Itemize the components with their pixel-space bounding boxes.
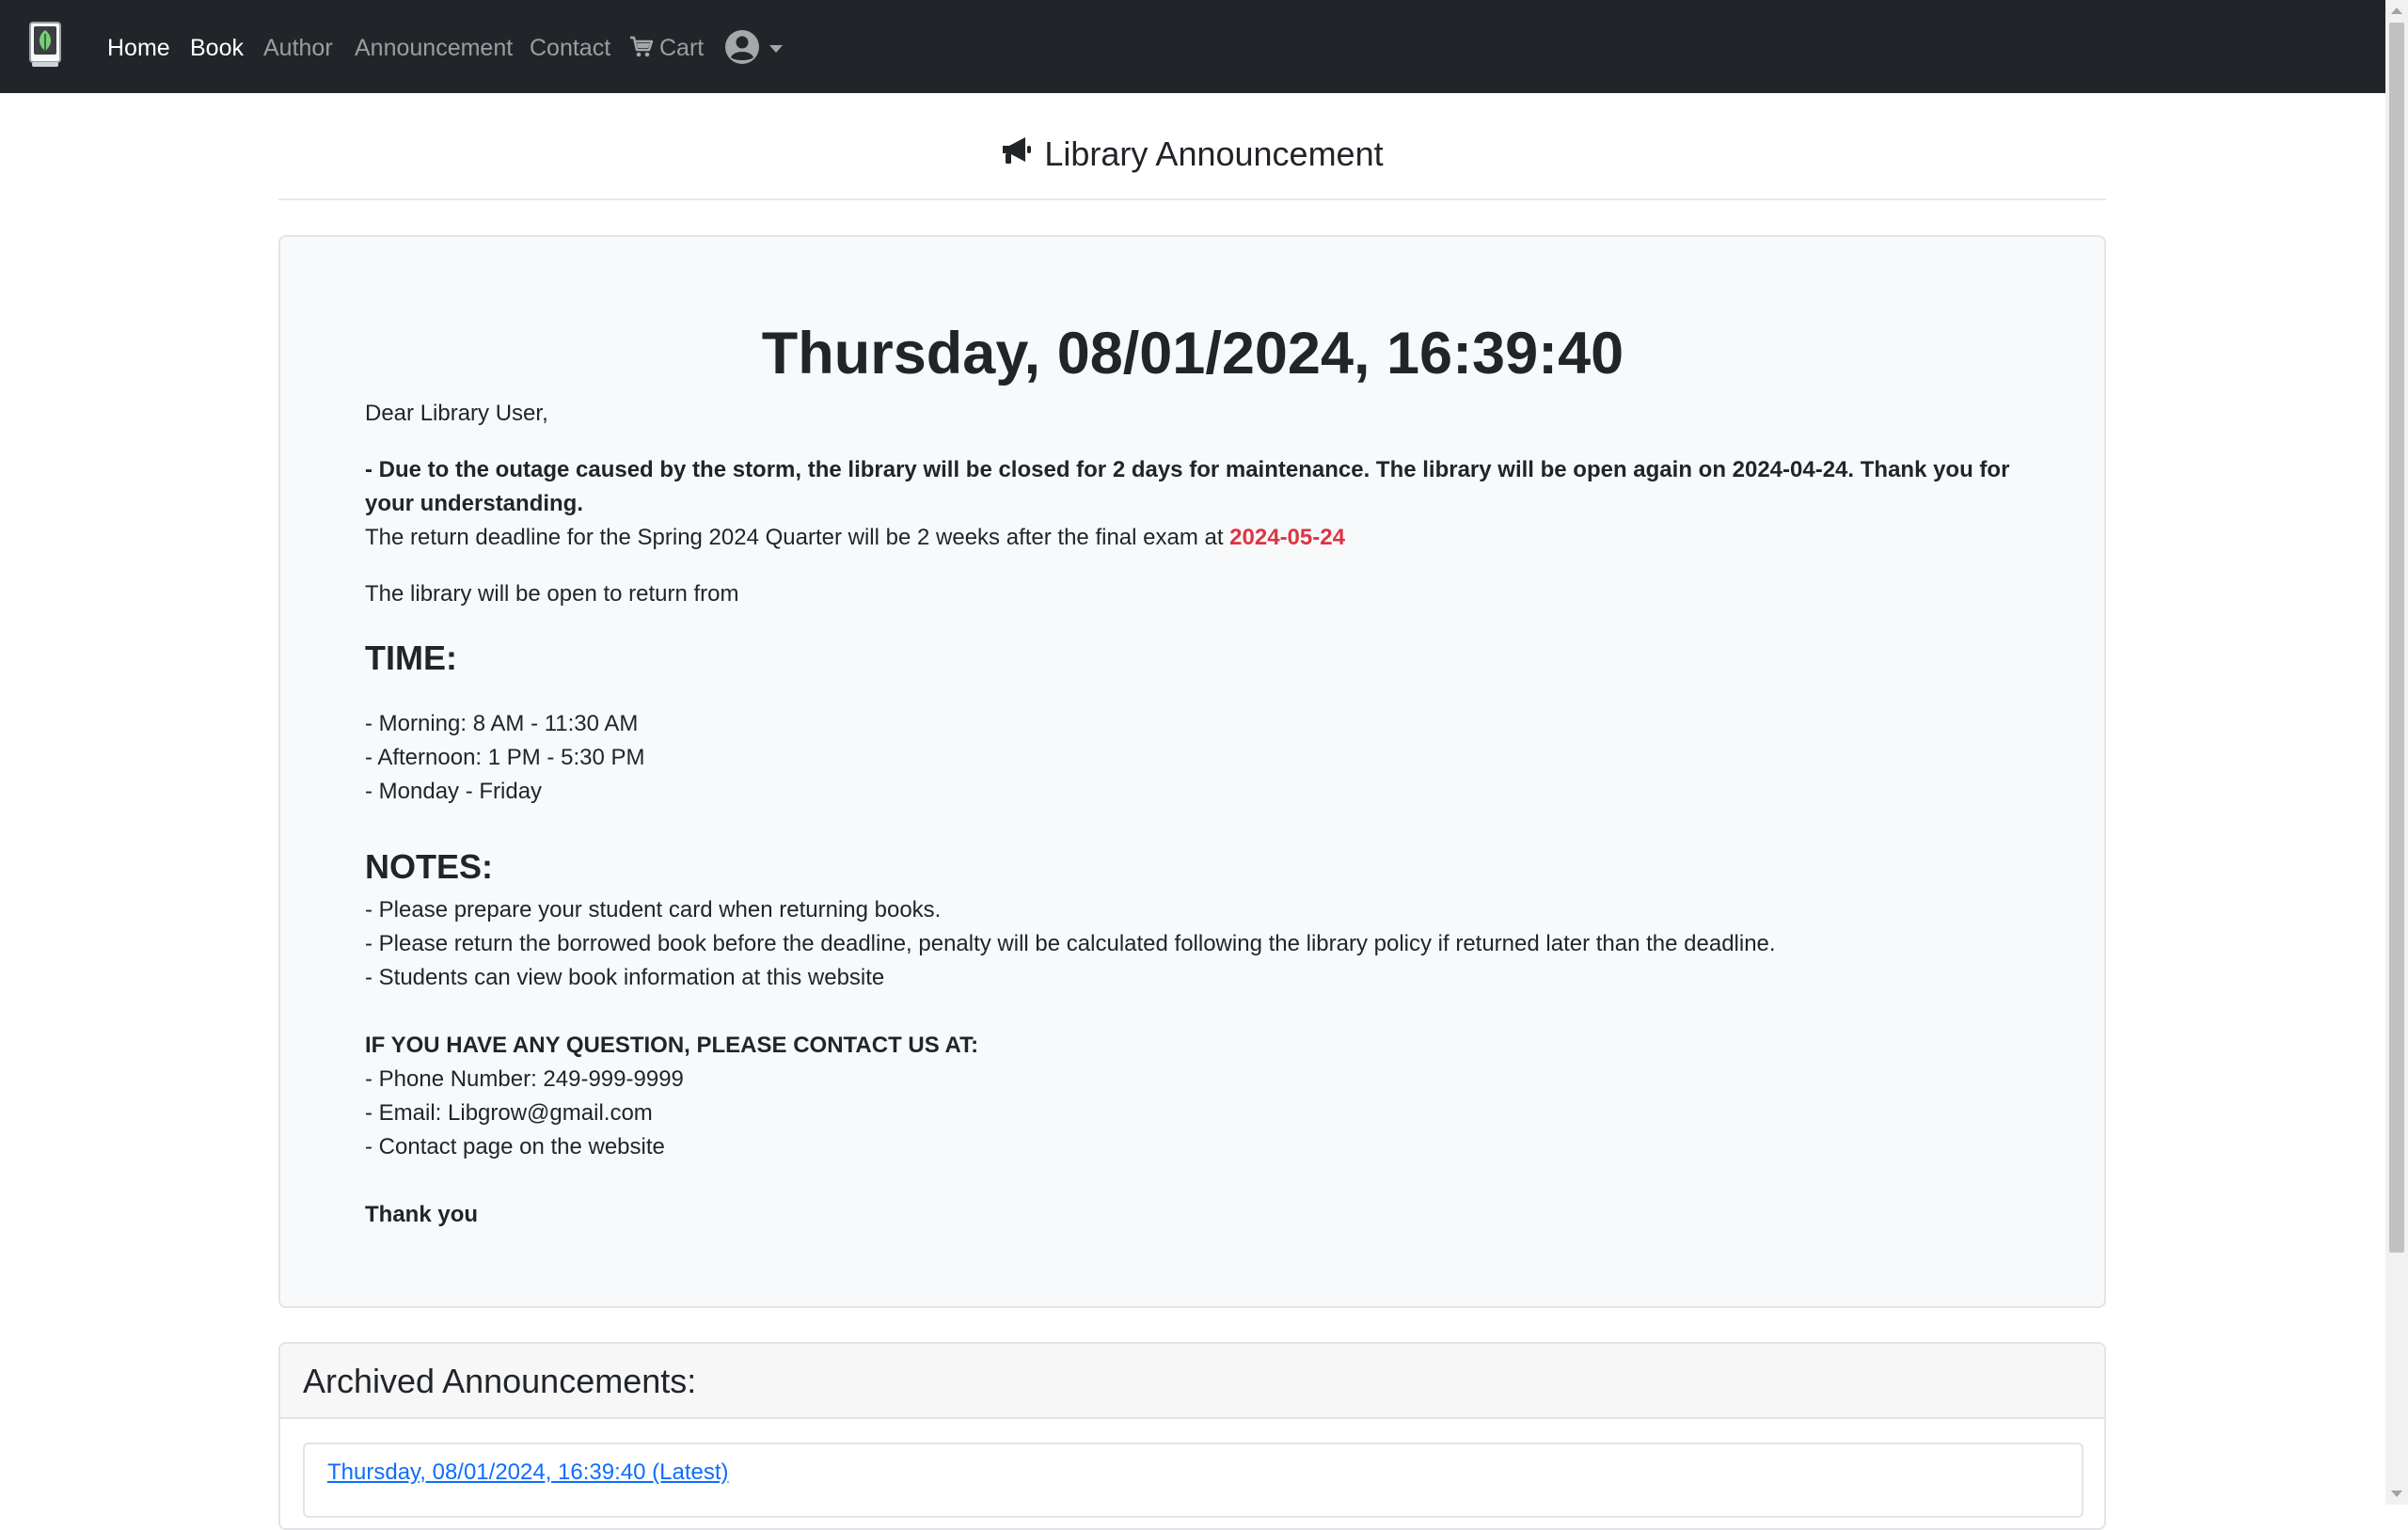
page-header: Library Announcement xyxy=(278,132,2106,200)
nav-book[interactable]: Book xyxy=(190,32,244,64)
archive-header: Archived Announcements: xyxy=(280,1344,2104,1419)
archive-link[interactable]: Thursday, 08/01/2024, 16:39:40 (Latest) xyxy=(327,1456,729,1490)
contact-line: - Contact page on the website xyxy=(365,1134,665,1159)
library-logo-icon[interactable] xyxy=(26,21,64,70)
notes-line: - Please prepare your student card when … xyxy=(365,897,942,923)
archive-title: Archived Announcements: xyxy=(303,1362,697,1400)
page-title: Library Announcement xyxy=(1001,132,1384,177)
time-line: - Monday - Friday xyxy=(365,779,543,804)
notes-heading: NOTES: xyxy=(365,847,494,886)
contact-heading: IF YOU HAVE ANY QUESTION, PLEASE CONTACT… xyxy=(365,1033,979,1058)
notice-text: - Due to the outage caused by the storm,… xyxy=(365,457,2010,516)
time-line: - Afternoon: 1 PM - 5:30 PM xyxy=(365,745,645,770)
chevron-down-icon xyxy=(769,40,783,57)
closing-text: Thank you xyxy=(365,1202,479,1227)
notes-line: - Students can view book information at … xyxy=(365,965,885,990)
deadline-date: 2024-05-24 xyxy=(1229,525,1345,550)
notes-line: - Please return the borrowed book before… xyxy=(365,931,1776,956)
scroll-thumb[interactable] xyxy=(2389,23,2404,1253)
top-navbar: Home Book Author Announcement Contact Ca… xyxy=(0,0,2385,93)
greeting-text: Dear Library User, xyxy=(365,401,548,426)
archive-list: Thursday, 08/01/2024, 16:39:40 (Latest) xyxy=(303,1443,2083,1518)
deadline-line: The return deadline for the Spring 2024 … xyxy=(365,521,1345,555)
nav-home[interactable]: Home xyxy=(107,32,170,64)
archived-announcements-card: Archived Announcements: Thursday, 08/01/… xyxy=(278,1342,2106,1530)
open-text: The library will be open to return from xyxy=(365,581,739,607)
deadline-text: The return deadline for the Spring 2024 … xyxy=(365,525,1230,550)
nav-announcement[interactable]: Announcement xyxy=(355,32,513,64)
contact-line: - Phone Number: 249-999-9999 xyxy=(365,1066,684,1092)
nav-cart[interactable]: Cart xyxy=(629,32,704,67)
user-avatar-icon xyxy=(724,29,760,70)
cart-label: Cart xyxy=(659,35,705,61)
cart-icon xyxy=(629,35,654,67)
announcement-card: Thursday, 08/01/2024, 16:39:40 Dear Libr… xyxy=(278,235,2106,1308)
user-menu-toggle[interactable] xyxy=(724,29,783,70)
scroll-up-arrow-icon[interactable] xyxy=(2391,8,2402,14)
contact-line: - Email: Libgrow@gmail.com xyxy=(365,1100,653,1126)
vertical-scrollbar[interactable] xyxy=(2385,0,2408,1505)
megaphone-icon xyxy=(1001,132,1033,177)
time-line: - Morning: 8 AM - 11:30 AM xyxy=(365,711,639,736)
nav-author[interactable]: Author xyxy=(263,32,333,64)
nav-contact[interactable]: Contact xyxy=(530,32,610,64)
page-title-text: Library Announcement xyxy=(1044,134,1384,173)
time-heading: TIME: xyxy=(365,639,457,677)
scroll-down-arrow-icon[interactable] xyxy=(2391,1491,2402,1497)
announcement-datetime: Thursday, 08/01/2024, 16:39:40 xyxy=(761,321,1624,386)
